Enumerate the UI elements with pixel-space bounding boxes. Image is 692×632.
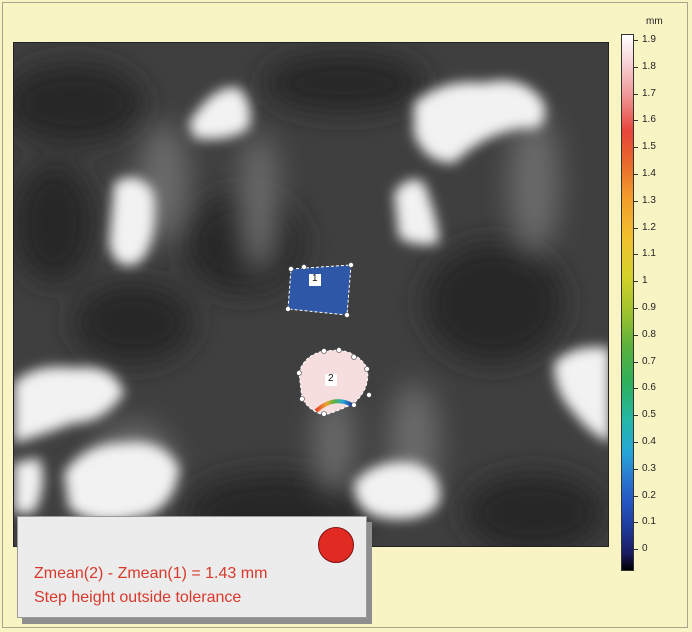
colorbar-tick [634,200,638,202]
colorbar-tick [634,40,638,41]
colorbar-tick-label: 1.9 [642,34,656,45]
colorbar-tick [634,334,638,336]
colorbar-unit: mm [646,16,663,27]
region-1[interactable] [285,262,354,318]
colorbar-tick [634,174,638,175]
colorbar-tick [634,66,638,68]
colorbar-tick [634,415,638,417]
colorbar-tick [634,147,638,149]
status-indicator-icon [318,527,354,563]
colorbar-tick [634,522,638,524]
colorbar-tick [634,254,638,256]
height-colorbar: mm 1.9 1.8 1.7 1.6 1.5 1.4 1.3 1.2 1.1 1 0.9 0.8 0.7… [618,14,688,574]
colorbar-tick-label: 0.5 [642,409,656,421]
colorbar-tick [634,388,638,390]
height-map-viewer[interactable]: 1 2 [13,42,609,547]
colorbar-tick-label: 1.3 [642,194,656,206]
colorbar-tick-label: 1.2 [642,221,656,233]
colorbar-tick-label: 0.4 [642,436,656,447]
region-1-label: 1 [312,273,318,284]
colorbar-tick [634,495,638,497]
colorbar-tick-label: 1.4 [642,168,656,179]
result-panel: Zmean(2) - Zmean(1) = 1.43 mm Step heigh… [17,516,367,618]
colorbar-tick-label: 0.6 [642,382,656,394]
height-map-image [14,43,608,546]
colorbar-tick [634,468,638,470]
colorbar-tick-label: 0.3 [642,462,656,474]
colorbar-tick [634,93,638,95]
colorbar-tick-label: 0.2 [642,489,656,501]
colorbar-tick [634,549,638,551]
colorbar-tick [634,227,638,229]
colorbar-tick-label: 0.1 [642,516,656,528]
colorbar-ticks: 1.9 1.8 1.7 1.6 1.5 1.4 1.3 1.2 1.1 1 0.9 0.8 0.7 0.6… [618,34,688,571]
colorbar-tick-label: 0.7 [642,355,656,367]
colorbar-tick-label: 0.9 [642,302,656,313]
colorbar-tick-label: 1 [642,275,648,287]
result-status-text: Step height outside tolerance [34,589,242,606]
colorbar-tick [634,361,638,363]
colorbar-tick [634,120,638,122]
colorbar-tick [634,281,638,283]
colorbar-tick-label: 0.8 [642,328,656,340]
colorbar-tick-label: 0 [642,543,648,555]
colorbar-tick-label: 1.7 [642,87,656,99]
colorbar-tick-label: 1.1 [642,248,656,260]
colorbar-tick [634,308,638,309]
region-2-label: 2 [328,373,334,384]
colorbar-tick-label: 1.5 [642,141,656,153]
result-formula: Zmean(2) - Zmean(1) = 1.43 mm [34,565,268,582]
colorbar-tick-label: 1.6 [642,114,656,126]
colorbar-tick [634,442,638,443]
colorbar-tick-label: 1.8 [642,60,656,72]
